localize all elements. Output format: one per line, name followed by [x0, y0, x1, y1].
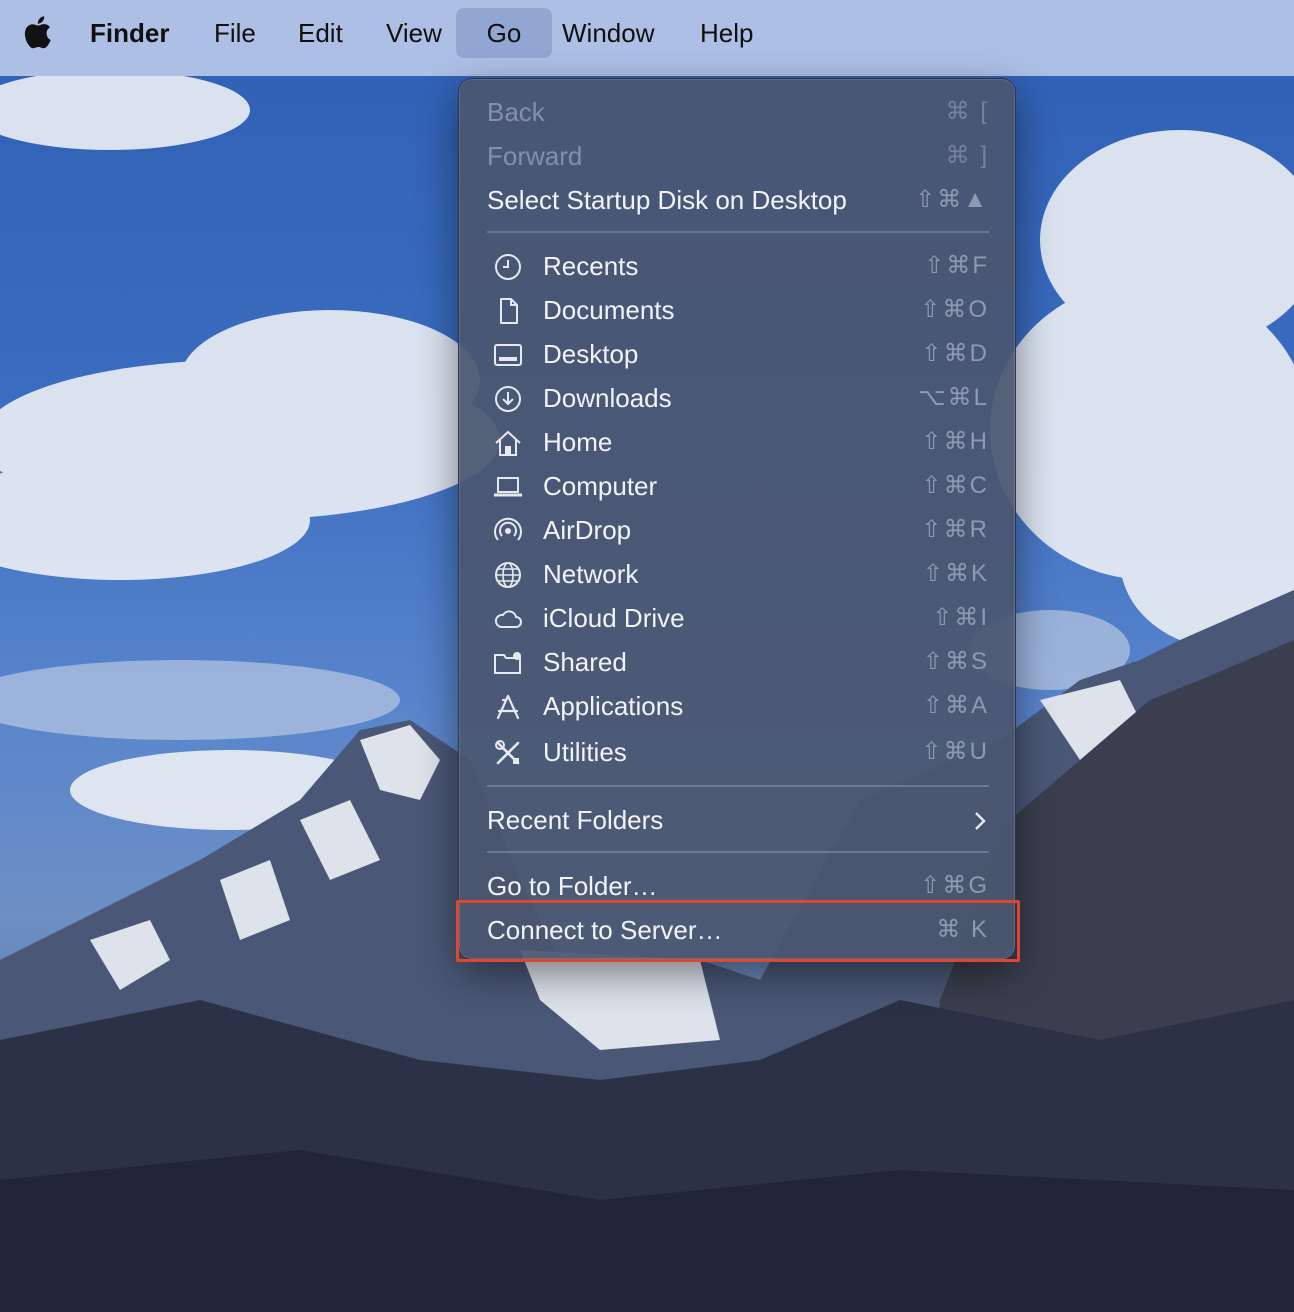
- menu-item-label: Utilities: [543, 737, 627, 767]
- chevron-right-icon: [973, 810, 987, 832]
- menu-separator: [487, 851, 989, 853]
- document-icon: [493, 296, 523, 326]
- menu-item-shortcut: ⇧⌘A: [922, 692, 989, 719]
- menu-item-label: Recent Folders: [487, 805, 664, 835]
- menu-item-connect-to-server[interactable]: Connect to Server… ⌘ K: [459, 908, 1017, 952]
- desktop-icon: [493, 340, 523, 370]
- laptop-icon: [493, 472, 523, 502]
- menubar-edit[interactable]: Edit: [284, 8, 357, 58]
- menubar-help[interactable]: Help: [686, 8, 767, 58]
- menu-item-shortcut: ⇧⌘▲: [915, 186, 989, 213]
- menu-item-computer[interactable]: Computer ⇧⌘C: [459, 464, 1017, 508]
- menu-item-shortcut: ⇧⌘H: [921, 428, 989, 455]
- menu-item-shortcut: ⇧⌘C: [921, 472, 989, 499]
- menu-separator: [487, 785, 989, 787]
- menu-item-shortcut: ⇧⌘D: [921, 340, 989, 367]
- menu-item-documents[interactable]: Documents ⇧⌘O: [459, 288, 1017, 332]
- menu-item-shortcut: ⇧⌘O: [920, 296, 989, 323]
- home-icon: [493, 428, 523, 458]
- menu-item-shortcut: ⌘ ]: [945, 142, 989, 169]
- menu-item-icloud-drive[interactable]: iCloud Drive ⇧⌘I: [459, 596, 1017, 640]
- download-icon: [493, 384, 523, 414]
- menu-separator: [487, 231, 989, 233]
- menu-item-label: iCloud Drive: [543, 603, 685, 633]
- menubar-go[interactable]: Go: [456, 8, 552, 58]
- menu-item-shortcut: ⇧⌘K: [922, 560, 989, 587]
- menu-item-shortcut: ⇧⌘F: [924, 252, 989, 279]
- menu-item-shortcut: ⌘ K: [936, 916, 989, 943]
- menu-item-go-to-folder[interactable]: Go to Folder… ⇧⌘G: [459, 864, 1017, 908]
- menu-item-back[interactable]: Back ⌘ [: [459, 90, 1017, 134]
- menu-item-downloads[interactable]: Downloads ⌥⌘L: [459, 376, 1017, 420]
- menu-item-forward[interactable]: Forward ⌘ ]: [459, 134, 1017, 178]
- menu-item-label: Select Startup Disk on Desktop: [487, 185, 847, 215]
- menu-item-label: Computer: [543, 471, 658, 501]
- menu-item-home[interactable]: Home ⇧⌘H: [459, 420, 1017, 464]
- menu-item-label: Documents: [543, 295, 675, 325]
- menu-item-shortcut: ⌥⌘L: [917, 384, 989, 411]
- menu-item-applications[interactable]: Applications ⇧⌘A: [459, 684, 1017, 728]
- menu-item-label: Network: [543, 559, 639, 589]
- menu-item-utilities[interactable]: Utilities ⇧⌘U: [459, 730, 1017, 774]
- shared-folder-icon: [493, 648, 523, 678]
- menu-item-label: Home: [543, 427, 613, 457]
- menu-item-label: AirDrop: [543, 515, 632, 545]
- menu-bar: Finder File Edit View Go Window Help: [0, 0, 1294, 76]
- menu-item-shortcut: ⇧⌘S: [922, 648, 989, 675]
- menubar-window[interactable]: Window: [548, 8, 668, 58]
- menu-item-airdrop[interactable]: AirDrop ⇧⌘R: [459, 508, 1017, 552]
- menu-item-label: Go to Folder…: [487, 871, 658, 901]
- menubar-view[interactable]: View: [372, 8, 456, 58]
- globe-icon: [493, 560, 523, 590]
- go-menu-dropdown: Back ⌘ [ Forward ⌘ ] Select Startup Disk…: [458, 78, 1016, 960]
- menu-item-shortcut: ⌘ [: [945, 98, 989, 125]
- airdrop-icon: [493, 516, 523, 546]
- menu-item-desktop[interactable]: Desktop ⇧⌘D: [459, 332, 1017, 376]
- cloud-icon: [493, 604, 523, 634]
- clock-icon: [493, 252, 523, 282]
- menu-item-label: Desktop: [543, 339, 639, 369]
- apple-logo-icon[interactable]: [22, 14, 52, 50]
- menu-item-network[interactable]: Network ⇧⌘K: [459, 552, 1017, 596]
- menubar-file[interactable]: File: [200, 8, 270, 58]
- menu-item-recent-folders[interactable]: Recent Folders: [459, 798, 1017, 842]
- menu-item-label: Back: [487, 97, 545, 127]
- menu-item-label: Shared: [543, 647, 627, 677]
- menu-item-label: Recents: [543, 251, 639, 281]
- utilities-icon: [493, 738, 523, 768]
- menu-item-shared[interactable]: Shared ⇧⌘S: [459, 640, 1017, 684]
- applications-icon: [493, 692, 523, 722]
- menu-item-label: Applications: [543, 691, 684, 721]
- menu-item-label: Downloads: [543, 383, 672, 413]
- menu-item-shortcut: ⇧⌘G: [920, 872, 989, 899]
- menu-item-select-startup-disk[interactable]: Select Startup Disk on Desktop ⇧⌘▲: [459, 178, 1017, 222]
- menu-item-recents[interactable]: Recents ⇧⌘F: [459, 244, 1017, 288]
- menu-item-shortcut: ⇧⌘I: [932, 604, 989, 631]
- menubar-app-finder[interactable]: Finder: [76, 8, 183, 58]
- menu-item-shortcut: ⇧⌘U: [921, 738, 989, 765]
- menu-item-label: Connect to Server…: [487, 915, 723, 945]
- menu-item-label: Forward: [487, 141, 583, 171]
- menu-item-shortcut: ⇧⌘R: [921, 516, 989, 543]
